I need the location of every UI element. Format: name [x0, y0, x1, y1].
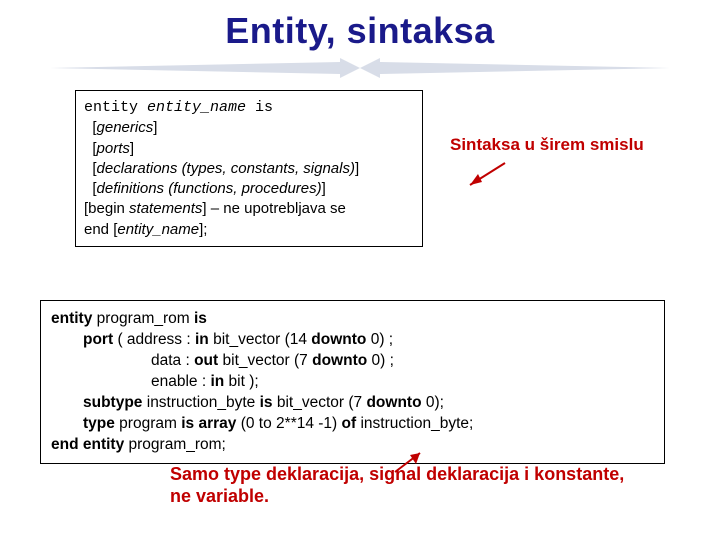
separator-arrows: [50, 58, 670, 78]
code-example-box: entity program_rom is port ( address : i…: [40, 300, 665, 464]
annotation-broader-syntax: Sintaksa u širem smislu: [450, 135, 710, 155]
syntax-box: entity entity_name is [generics] [ports]…: [75, 90, 423, 247]
slide-title: Entity, sintaksa: [0, 10, 720, 52]
annotation-only-type: Samo type deklaracija, signal deklaracij…: [170, 464, 630, 507]
kw-entity: entity: [84, 99, 147, 116]
arrow-icon: [460, 160, 510, 190]
